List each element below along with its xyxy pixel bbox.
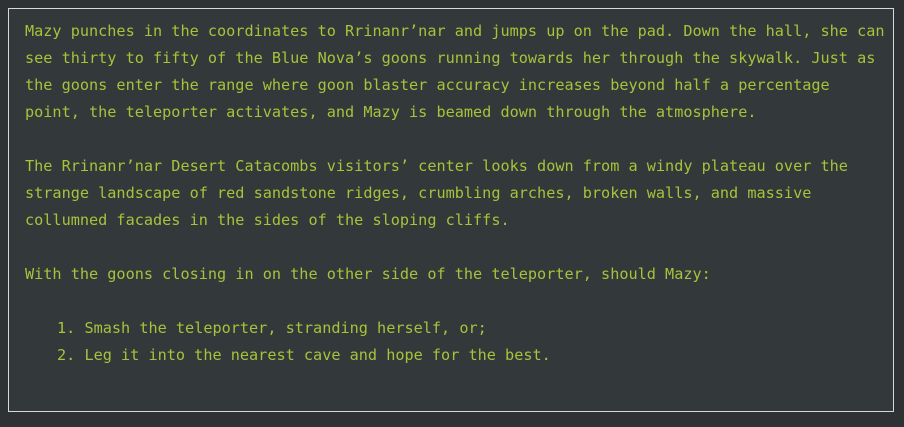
choice-text: Leg it into the nearest cave and hope fo… <box>84 346 551 364</box>
choice-item-1: 1. Smash the teleporter, stranding herse… <box>57 315 885 342</box>
story-paragraph-3: With the goons closing in on the other s… <box>25 265 711 283</box>
choice-list: 1. Smash the teleporter, stranding herse… <box>25 315 885 369</box>
story-paragraph-2: The Rrinanr’nar Desert Catacombs visitor… <box>25 157 848 229</box>
choice-number: 1. <box>57 319 76 337</box>
story-panel: Mazy punches in the coordinates to Rrina… <box>8 8 894 412</box>
story-paragraph-1: Mazy punches in the coordinates to Rrina… <box>25 22 885 121</box>
choice-number: 2. <box>57 346 76 364</box>
choice-item-2: 2. Leg it into the nearest cave and hope… <box>57 342 885 369</box>
choice-text: Smash the teleporter, stranding herself,… <box>84 319 487 337</box>
story-text: Mazy punches in the coordinates to Rrina… <box>25 18 885 369</box>
